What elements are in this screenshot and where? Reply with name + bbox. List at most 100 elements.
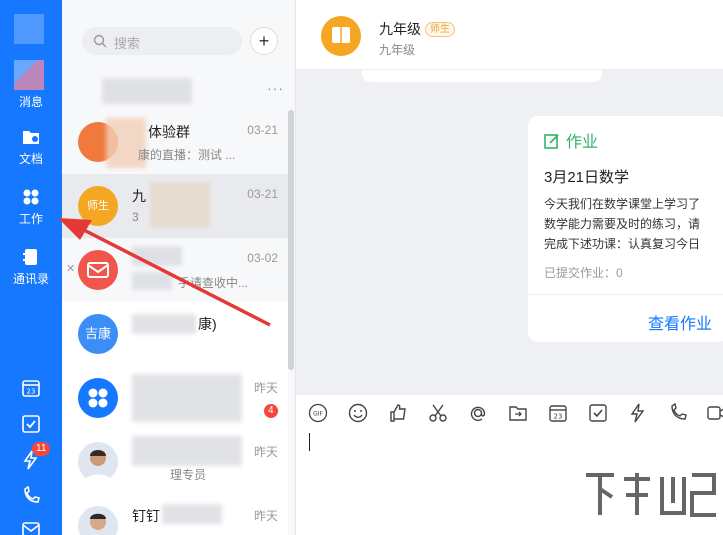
class-avatar: 师生 [78,186,118,226]
list-item[interactable]: 理专员 昨天 [62,430,288,494]
workbench-icon [23,189,39,205]
nav-item-contacts[interactable]: 通讯录 [0,247,62,287]
view-homework-link[interactable]: 查看作业 [648,310,712,334]
nav-item-workbench[interactable]: 工作 [0,187,62,227]
list-item[interactable]: 师生 九 3 03-21 [62,174,288,238]
nav-calendar[interactable]: 23 [0,378,62,398]
nav-todo[interactable] [0,414,62,434]
nav-item-messages[interactable]: 消息 [0,93,62,110]
nav-item-label: 工作 [18,212,43,226]
scissors-icon[interactable] [428,403,448,423]
todo-icon [22,415,40,433]
svg-text:23: 23 [27,388,36,396]
person-avatar [78,442,118,482]
nav-call[interactable] [0,486,62,506]
list-scrollbar[interactable] [288,110,294,370]
ding-icon[interactable] [628,403,648,423]
add-button[interactable]: + [250,27,278,55]
video-icon[interactable] [706,403,723,423]
conversation-snippet: 康的直播：测试 ... [138,148,236,162]
nav-item-label: 消息 [18,95,43,109]
svg-text:23: 23 [554,413,563,421]
contact-avatar: 吉康 [78,314,118,354]
watermark-logo [586,473,716,517]
chat-header: 九年级 师生 九年级 [296,0,723,70]
list-item[interactable]: 昨天 4 [62,366,288,430]
person-icon [90,513,106,530]
submitted-count: 已提交作业：0 [544,266,623,280]
mail-icon [22,522,40,535]
card-body-line: 数学能力需要及时的练习，请 [544,217,701,231]
ding-badge: 11 [32,442,51,456]
homework-card[interactable]: 作业 3月21日数学 今天我们在数学课堂上学习了 数学能力需要及时的练习，请 完… [528,116,723,342]
previous-message [362,70,602,82]
more-icon[interactable]: ··· [267,80,284,96]
conversation-title: 体验群 [148,124,190,140]
chat-title: 九年级 [379,21,421,37]
todo-icon[interactable] [588,403,608,423]
conversation-title: 康) [198,316,217,332]
homework-icon [544,134,559,149]
message-area: 作业 3月21日数学 今天我们在数学课堂上学习了 数学能力需要及时的练习，请 完… [296,70,723,395]
card-body-line: 今天我们在数学课堂上学习了 [544,197,701,211]
search-placeholder: 搜索 [114,36,141,51]
conversation-snippet: 手请查收中... [178,276,249,290]
org-avatar[interactable] [14,60,44,90]
user-avatar[interactable] [14,14,44,44]
mail-avatar [78,250,118,290]
calendar-icon[interactable]: 23 [548,403,568,423]
contacts-icon [23,249,37,265]
conversation-title: 钉钉 [132,508,160,524]
docs-icon [23,131,39,144]
nav-mail[interactable] [0,520,62,535]
gif-icon[interactable]: GIF [308,403,328,423]
chat-subtitle: 九年级 [379,43,416,57]
composer-toolbar: GIF 23 [296,395,723,431]
text-cursor [309,433,310,451]
unread-badge: 4 [264,404,278,418]
search-input[interactable]: 搜索 [82,27,242,55]
at-icon[interactable] [468,403,488,423]
list-item[interactable]: ✕ 手请查收中... 03-02 [62,238,288,302]
search-icon [93,34,107,48]
mail-icon [87,262,109,278]
conversation-time: 03-21 [247,123,278,137]
nav-item-label: 通讯录 [12,272,49,286]
conversation-time: 昨天 [253,509,278,523]
chat-pane: 九年级 师生 九年级 作业 3月21日数学 今天我们在数学课堂上学习了 数学能力需… [296,0,723,535]
card-header: 作业 [544,128,598,152]
conversation-time: 03-02 [247,251,278,265]
list-item[interactable]: 吉康 康) [62,302,288,366]
card-title: 3月21日数学 [544,169,630,186]
workbench-icon [88,388,108,408]
list-item[interactable]: 钉钉 昨天 [62,494,288,535]
class-avatar[interactable] [321,16,361,56]
folder-icon[interactable] [508,403,528,423]
call-icon [24,486,40,503]
conversation-snippet: 3 [132,210,139,224]
book-icon [332,27,350,43]
nav-item-docs[interactable]: 文档 [0,127,62,167]
gif-label: GIF [313,411,323,418]
list-item[interactable]: 体验群 康的直播：测试 ... 03-21 [62,110,288,174]
conversation-title: 九 [132,188,146,204]
conversation-snippet: 理专员 [170,468,207,482]
card-body: 今天我们在数学课堂上学习了 数学能力需要及时的练习，请 完成下述功课：认真复习今… [544,194,723,254]
close-icon[interactable]: ✕ [66,262,75,275]
left-nav: 消息 文档 工作 通讯录 23 11 [0,0,62,535]
role-badge: 师生 [425,22,455,37]
card-header-label: 作业 [566,134,599,151]
person-icon [84,450,112,482]
emoji-icon[interactable] [348,403,368,423]
call-icon[interactable] [668,403,688,423]
workbench-avatar [78,378,118,418]
conversation-time: 昨天 [253,445,278,459]
conversation-time: 03-21 [247,187,278,201]
card-body-line: 完成下述功课：认真复习今日 [544,237,701,251]
thumbs-up-icon[interactable] [388,403,408,423]
card-divider [528,294,723,295]
chat-title-row: 九年级 师生 [379,19,455,39]
person-avatar [78,506,118,535]
nav-ding[interactable]: 11 [0,442,62,470]
conversation-time: 昨天 [253,381,278,395]
